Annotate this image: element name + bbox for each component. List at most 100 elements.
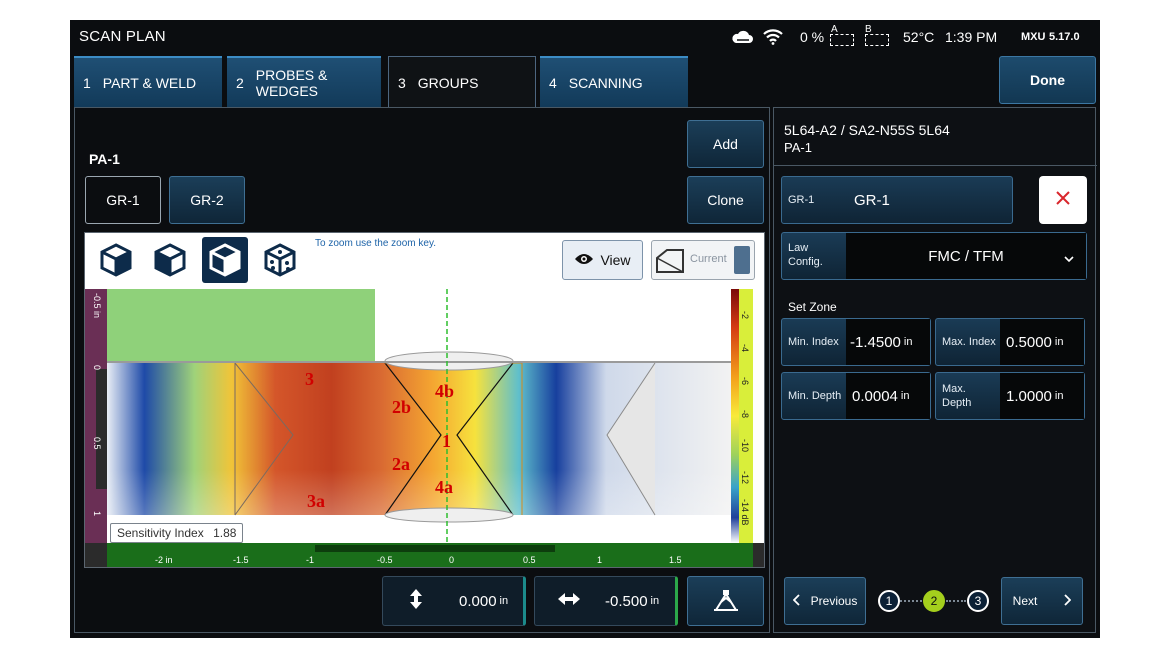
max-depth-number: 1.0000 xyxy=(1006,387,1052,405)
tab-number: 3 xyxy=(398,74,406,91)
vertical-arrow-icon xyxy=(409,588,429,614)
zone-label-3a: 3a xyxy=(307,491,325,511)
tab-part-weld[interactable]: 1 PART & WELD xyxy=(74,56,222,107)
current-label: Current xyxy=(690,253,727,265)
wifi-icon xyxy=(762,27,784,50)
law-config-dropdown[interactable]: Law Config. FMC / TFM xyxy=(781,232,1087,280)
next-label: Next xyxy=(1012,594,1038,608)
step-connector xyxy=(946,600,966,602)
min-depth-value: 0.0004 in xyxy=(846,373,930,419)
step-3[interactable]: 3 xyxy=(967,590,989,612)
max-index-field[interactable]: Max. Index 0.5000 in xyxy=(935,318,1085,366)
max-index-value: 0.5000 in xyxy=(1000,319,1084,365)
max-depth-label-2: Depth xyxy=(942,397,972,409)
tab-groups[interactable]: 3 GROUPS xyxy=(388,56,536,108)
unit-label: in xyxy=(499,595,509,607)
sensitivity-value: 1.88 xyxy=(213,526,237,540)
product-name: MXU xyxy=(1021,31,1046,43)
chevron-left-icon xyxy=(792,593,801,609)
y-tick: -0.5 in xyxy=(92,293,102,318)
zone-label-2a: 2a xyxy=(392,454,410,474)
x-tick: 0 xyxy=(449,555,454,565)
cloud-icon xyxy=(730,28,754,51)
max-index-number: 0.5000 xyxy=(1006,333,1052,351)
app-title: SCAN PLAN xyxy=(79,28,166,45)
probe-position-button[interactable] xyxy=(687,576,764,626)
unit-label: in xyxy=(1054,390,1064,402)
tab-probes-wedges[interactable]: 2 PROBES & WEDGES xyxy=(227,56,381,107)
group-editor-panel: PA-1 GR-1 GR-2 Add Clone To zoom use the… xyxy=(74,107,770,633)
max-depth-field[interactable]: Max. Depth 1.0000 in xyxy=(935,372,1085,420)
min-depth-field[interactable]: Min. Depth 0.0004 in xyxy=(781,372,931,420)
min-index-label: Min. Index xyxy=(788,336,839,348)
tab-label: PROBES & WEDGES xyxy=(255,66,328,99)
group-name-value: GR-1 xyxy=(854,191,890,209)
part-outline xyxy=(107,289,375,363)
scale-tick: -14 dB xyxy=(740,499,750,526)
scale-tick: -4 xyxy=(740,344,750,352)
cube-3d-icon[interactable] xyxy=(93,237,139,283)
horizontal-offset-control[interactable]: -0.500 in xyxy=(534,576,678,626)
x-tick: -2 in xyxy=(155,555,173,565)
sensitivity-index: Sensitivity Index 1.88 xyxy=(110,523,244,543)
add-button[interactable]: Add xyxy=(687,120,764,168)
close-button[interactable] xyxy=(1039,176,1087,224)
cube-top-icon[interactable] xyxy=(202,237,248,283)
min-depth-number: 0.0004 xyxy=(852,387,898,405)
current-toggle[interactable]: Current xyxy=(651,240,755,280)
x-tick: 1.5 xyxy=(669,555,682,565)
group-button-gr2[interactable]: GR-2 xyxy=(169,176,245,224)
group-name-field[interactable]: GR-1 GR-1 xyxy=(781,176,1013,224)
device-screen: SCAN PLAN 0 % A B 52°C 1:39 PM MXU 5.17.… xyxy=(70,20,1100,638)
vertical-offset-value: 0.000 xyxy=(459,592,497,610)
law-config-value: FMC / TFM xyxy=(846,233,1086,279)
min-index-field[interactable]: Min. Index -1.4500 in xyxy=(781,318,931,366)
zone-label-3: 3 xyxy=(305,369,314,389)
done-button[interactable]: Done xyxy=(999,56,1096,104)
vertical-offset-control[interactable]: 0.000 in xyxy=(382,576,526,626)
scale-tick: -10 xyxy=(740,439,750,452)
max-depth-label: Max. xyxy=(942,383,966,395)
cube-side-icon[interactable] xyxy=(147,237,193,283)
battery-percent: 0 % xyxy=(800,29,825,45)
unit-label: in xyxy=(903,336,913,348)
status-bar: SCAN PLAN 0 % A B 52°C 1:39 PM MXU 5.17.… xyxy=(70,20,1100,54)
x-tick: 0.5 xyxy=(523,555,536,565)
divider xyxy=(774,165,1097,166)
tab-label: PART & WELD xyxy=(102,74,197,91)
view-button[interactable]: View xyxy=(562,240,643,280)
law-label-2: Config. xyxy=(788,256,823,268)
chevron-down-icon xyxy=(1064,250,1074,268)
zoom-hint: To zoom use the zoom key. xyxy=(315,238,436,249)
unit-label: in xyxy=(650,595,660,607)
sensitivity-label: Sensitivity Index xyxy=(117,526,204,540)
chevron-right-icon xyxy=(1063,593,1072,609)
group-settings-panel: 5L64-A2 / SA2-N55S 5L64 PA-1 GR-1 GR-1 L… xyxy=(773,107,1097,633)
zone-label-1: 1 xyxy=(442,431,451,451)
scan-view: To zoom use the zoom key. View Current 3… xyxy=(84,232,765,568)
probe-view-icon xyxy=(655,244,685,276)
eye-icon xyxy=(574,252,594,269)
step-1[interactable]: 1 xyxy=(878,590,900,612)
max-depth-value: 1.0000 in xyxy=(1000,373,1084,419)
min-depth-label: Min. Depth xyxy=(788,390,842,402)
y-tick: 1 xyxy=(92,511,102,516)
cube-dots-icon[interactable] xyxy=(257,237,303,283)
max-index-label: Max. Index xyxy=(942,336,996,348)
y-tick: 0.5 xyxy=(92,437,102,450)
step-2[interactable]: 2 xyxy=(923,590,945,612)
next-button[interactable]: Next xyxy=(1001,577,1083,625)
x-tick: -0.5 xyxy=(377,555,393,565)
group-button-gr1[interactable]: GR-1 xyxy=(85,176,161,224)
y-tick: 0 xyxy=(92,365,102,370)
tab-scanning[interactable]: 4 SCANNING xyxy=(540,56,688,107)
zone-label-4a: 4a xyxy=(435,477,453,497)
horizontal-offset-value: -0.500 xyxy=(605,592,648,610)
previous-label: Previous xyxy=(810,594,858,608)
scale-tick: -2 xyxy=(740,311,750,319)
unit-label: in xyxy=(900,390,910,402)
law-label: Law xyxy=(788,242,809,254)
previous-button[interactable]: Previous xyxy=(784,577,866,625)
group-name-label: GR-1 xyxy=(788,194,815,206)
clone-button[interactable]: Clone xyxy=(687,176,764,224)
